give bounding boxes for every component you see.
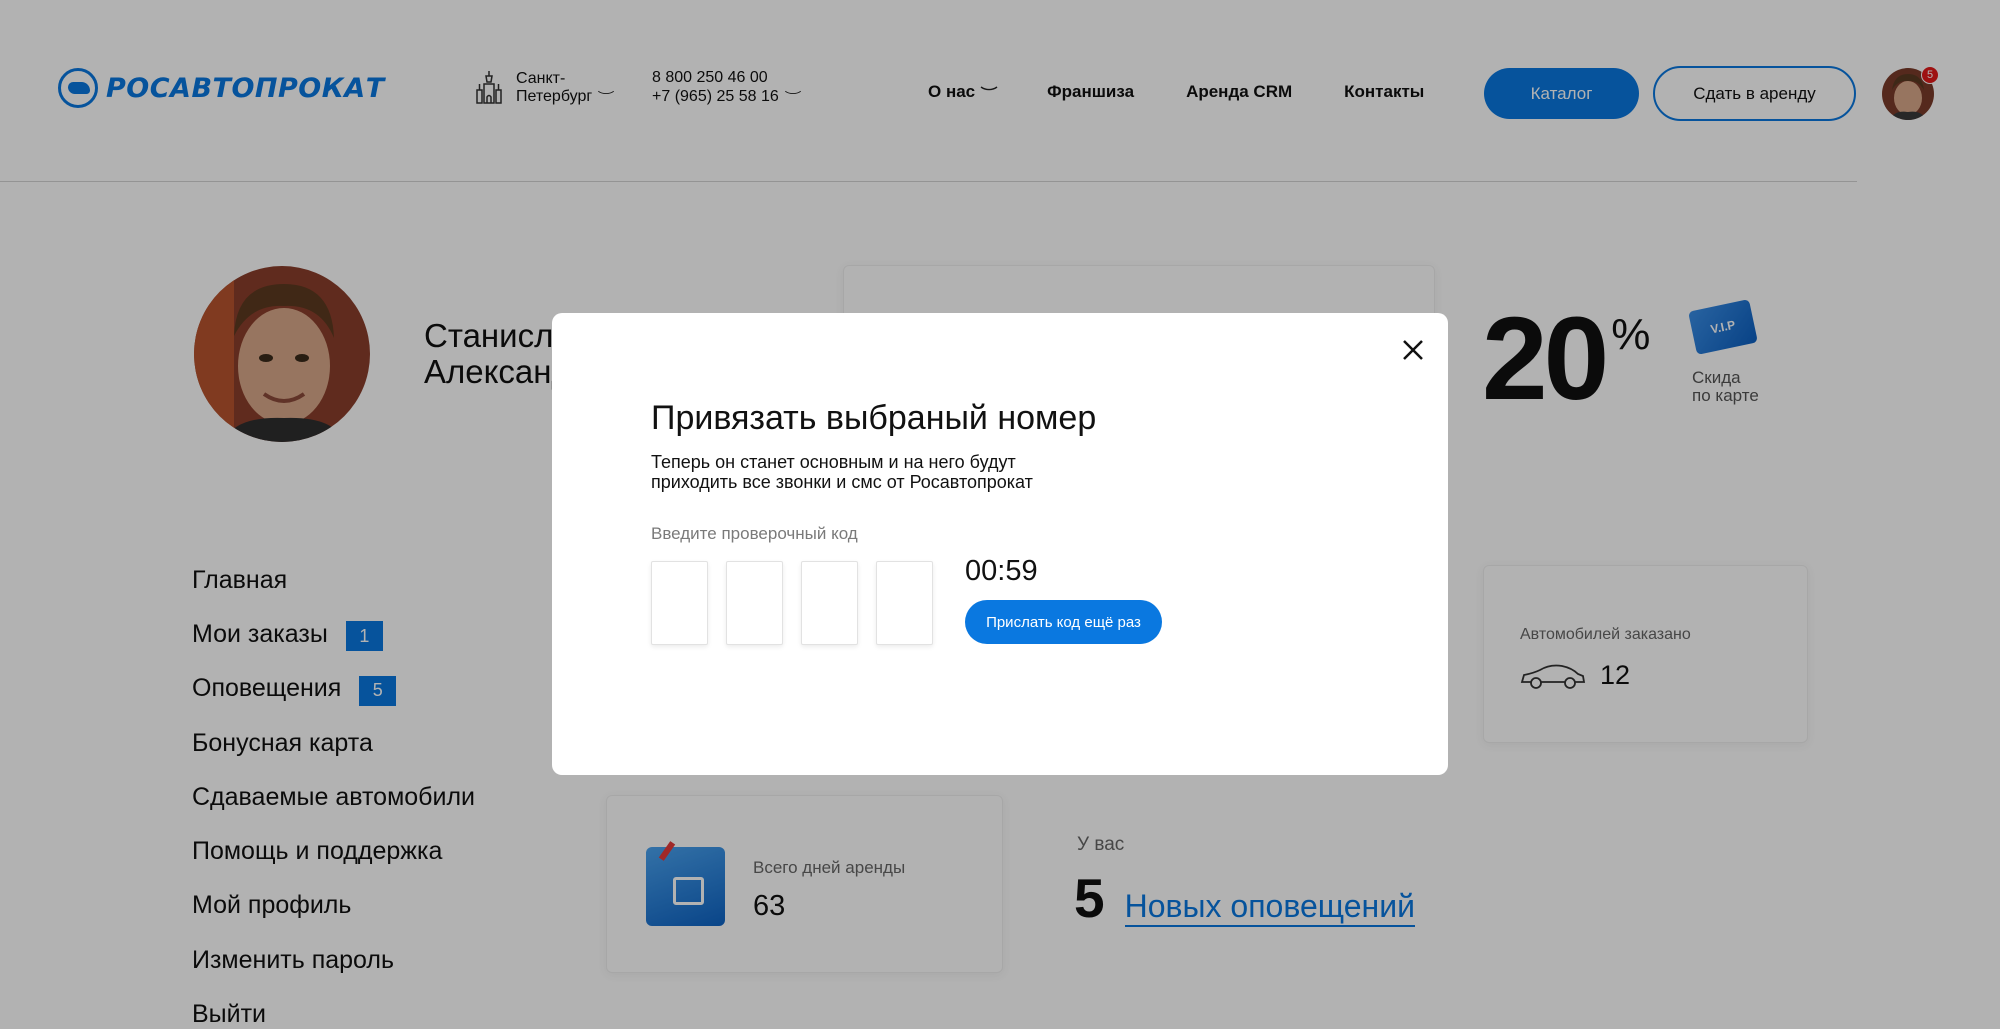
verify-phone-modal: Привязать выбраный номер Теперь он стане…: [552, 313, 1448, 775]
resend-code-button[interactable]: Прислать код ещё раз: [965, 600, 1162, 644]
resend-timer: 00:59: [965, 555, 1038, 587]
close-icon[interactable]: [1398, 335, 1428, 365]
code-input-label: Введите проверочный код: [651, 524, 858, 543]
modal-description: Теперь он станет основным и на него буду…: [651, 452, 1033, 492]
code-input-group: [651, 561, 933, 645]
code-digit-2-input[interactable]: [726, 561, 783, 645]
code-digit-1-input[interactable]: [651, 561, 708, 645]
code-digit-4-input[interactable]: [876, 561, 933, 645]
code-digit-3-input[interactable]: [801, 561, 858, 645]
modal-title: Привязать выбраный номер: [651, 399, 1097, 437]
